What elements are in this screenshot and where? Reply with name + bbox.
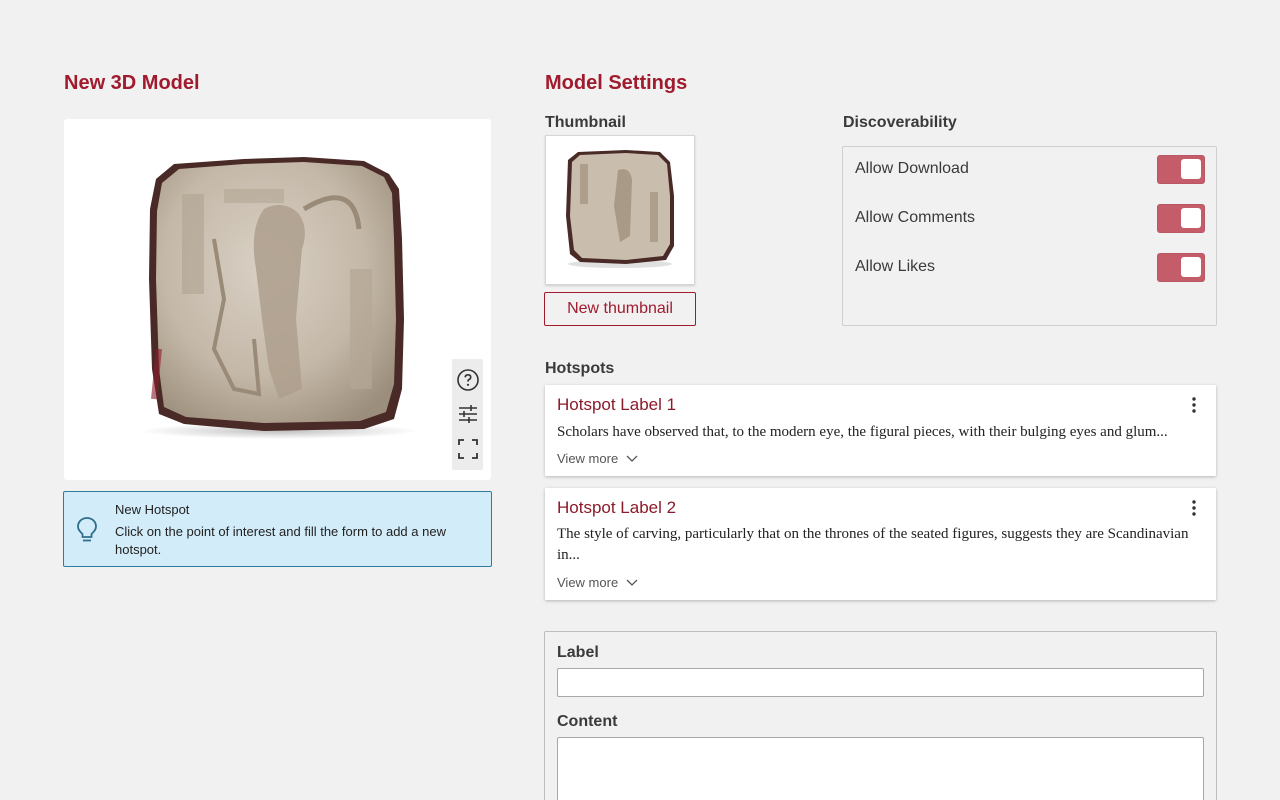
thumbnail-preview — [545, 135, 695, 285]
model-viewer[interactable] — [64, 119, 491, 480]
chevron-down-icon — [622, 575, 638, 590]
stone-relief-model[interactable] — [64, 119, 491, 480]
hint-title: New Hotspot — [115, 502, 190, 517]
content-field-label: Content — [557, 713, 618, 730]
chevron-down-icon — [622, 451, 638, 466]
allow-download-toggle[interactable] — [1157, 155, 1205, 184]
view-more-label: View more — [557, 575, 619, 590]
hotspot-body: The style of carving, particularly that … — [557, 526, 1189, 563]
label-input[interactable] — [557, 668, 1204, 697]
hotspots-label: Hotspots — [545, 360, 615, 377]
hotspot-form: Label Content — [544, 631, 1217, 800]
hotspot-card[interactable]: Hotspot Label 2 The style of carving, pa… — [545, 488, 1216, 600]
view-more-link[interactable]: View more — [557, 575, 638, 590]
hotspot-body: Scholars have observed that, to the mode… — [557, 424, 1168, 440]
more-options-icon[interactable] — [1184, 395, 1204, 415]
settings-title: Model Settings — [545, 72, 688, 94]
hotspot-card[interactable]: Hotspot Label 1 Scholars have observed t… — [545, 385, 1216, 476]
new-thumbnail-button[interactable]: New thumbnail — [544, 292, 696, 326]
thumbnail-label: Thumbnail — [545, 114, 626, 131]
lightbulb-icon — [76, 516, 98, 549]
help-icon[interactable] — [455, 367, 481, 393]
page-title: New 3D Model — [64, 72, 200, 94]
label-field-label: Label — [557, 644, 599, 661]
allow-likes-row: Allow Likes — [855, 253, 1205, 283]
allow-comments-label: Allow Comments — [855, 209, 976, 226]
sliders-icon[interactable] — [455, 401, 481, 427]
discoverability-label: Discoverability — [843, 114, 957, 131]
hint-text: Click on the point of interest and fill … — [115, 524, 446, 557]
viewer-toolbar — [452, 359, 483, 470]
fullscreen-icon[interactable] — [455, 436, 481, 462]
allow-likes-label: Allow Likes — [855, 258, 936, 275]
view-more-link[interactable]: View more — [557, 451, 638, 466]
allow-comments-toggle[interactable] — [1157, 204, 1205, 233]
new-hotspot-hint: New Hotspot Click on the point of intere… — [63, 491, 492, 567]
view-more-label: View more — [557, 451, 619, 466]
allow-comments-row: Allow Comments — [855, 204, 1205, 234]
discoverability-panel: Allow Download Allow Comments Allow Like… — [842, 146, 1217, 326]
allow-likes-toggle[interactable] — [1157, 253, 1205, 282]
content-textarea[interactable] — [557, 737, 1204, 800]
more-options-icon[interactable] — [1184, 498, 1204, 518]
allow-download-row: Allow Download — [855, 155, 1205, 185]
allow-download-label: Allow Download — [855, 160, 969, 177]
hotspot-title: Hotspot Label 1 — [557, 395, 677, 414]
hotspot-title: Hotspot Label 2 — [557, 498, 677, 517]
